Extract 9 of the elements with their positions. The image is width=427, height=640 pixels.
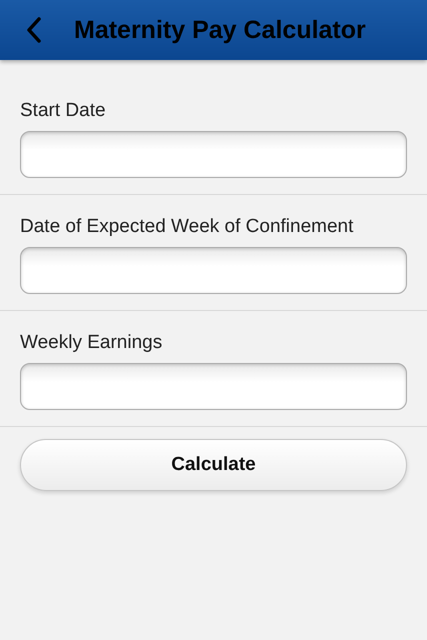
header-title: Maternity Pay Calculator (74, 16, 366, 44)
calculate-button[interactable]: Calculate (20, 439, 407, 491)
input-field[interactable] (20, 247, 407, 294)
input-field[interactable] (20, 131, 407, 178)
input-field[interactable] (20, 363, 407, 410)
back-icon[interactable] (26, 17, 42, 43)
field-label: Start Date (20, 100, 107, 122)
field-label: Weekly Earnings (20, 332, 164, 354)
field-label: Date of Expected Week of Confinement (20, 216, 354, 238)
